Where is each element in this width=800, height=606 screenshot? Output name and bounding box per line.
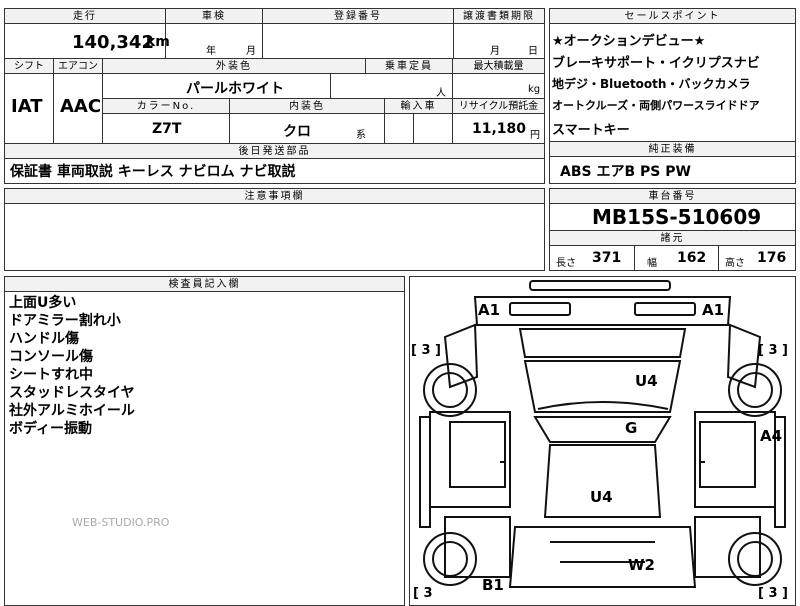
shift-value: IAT — [11, 96, 43, 117]
later-parts-value: 保証書 車両取説 キーレス ナビロム ナビ取説 — [10, 164, 296, 180]
equipment-value: ABS エアB PS PW — [560, 164, 691, 180]
import-header: 輸入車 — [385, 99, 452, 114]
sales-point-3: 地デジ・Bluetooth・バックカメラ — [552, 77, 751, 91]
sales-point-5: スマートキー — [552, 123, 630, 138]
aircon-value: AAC — [60, 96, 102, 117]
height-value: 176 — [757, 250, 787, 266]
dims-header: 諸元 — [550, 231, 795, 246]
exterior-header: 外装色 — [103, 59, 365, 74]
inspector-header: 検査員記入欄 — [5, 277, 404, 292]
mileage-unit: km — [146, 34, 170, 50]
inspection-header: 車検 — [166, 9, 262, 24]
inspection-year: 年 — [206, 46, 216, 57]
shift-header: シフト — [5, 59, 53, 74]
notes-header: 注意事項欄 — [5, 189, 544, 204]
car-diagram: A1 A1 U4 G A4 U4 W2 B1 [ 3 ] [ 3 ] [ 3 [… — [411, 280, 788, 600]
watermark: WEB-STUDIO.PRO — [72, 516, 170, 529]
exterior-color-value: パールホワイト — [186, 81, 284, 97]
capacity-header: 乗車定員 — [366, 59, 452, 74]
damage-code-g: G — [625, 419, 637, 437]
transfer-header: 譲渡書類期限 — [454, 9, 544, 24]
damage-code-tr: A1 — [702, 301, 724, 319]
damage-code-tl: A1 — [478, 301, 500, 319]
inspector-item: コンソール傷 — [9, 349, 93, 365]
aircon-header: エアコン — [54, 59, 102, 74]
length-label: 長さ — [556, 258, 576, 269]
damage-code-u4-top: U4 — [635, 372, 658, 390]
inspector-item: ボディー振動 — [9, 421, 93, 437]
inspector-item: 上面U多い — [9, 295, 77, 311]
tire-tr: [ 3 ] — [758, 343, 788, 358]
recycle-value: 11,180 — [472, 121, 527, 137]
interior-header: 内装色 — [230, 99, 384, 114]
damage-code-u4-mid: U4 — [590, 488, 613, 506]
transfer-month: 月 — [490, 46, 500, 57]
color-no-header: カラーNo. — [103, 99, 229, 114]
damage-code-w2: W2 — [628, 556, 655, 574]
length-value: 371 — [592, 250, 622, 266]
equipment-header: 純正装備 — [550, 142, 795, 157]
interior-value: クロ — [283, 124, 311, 140]
sales-point-1: ★オークションデビュー★ — [552, 34, 706, 49]
sales-point-2: ブレーキサポート・イクリプスナビ — [552, 56, 760, 71]
tire-br: [ 3 ] — [758, 586, 788, 600]
sales-point-4: オートクルーズ・両側パワースライドドア — [552, 99, 760, 112]
mileage-value: 140,342 — [72, 32, 154, 53]
load-unit: kg — [528, 84, 541, 95]
sales-points-header: セールスポイント — [550, 9, 795, 24]
tire-tl: [ 3 ] — [411, 343, 441, 358]
registration-header: 登録番号 — [263, 9, 453, 24]
height-label: 高さ — [725, 258, 745, 269]
main-spec-table — [4, 8, 545, 144]
damage-code-b1: B1 — [482, 576, 504, 594]
inspector-item: シートすれ中 — [9, 367, 93, 383]
mileage-header: 走行 — [5, 9, 165, 24]
damage-code-a4: A4 — [760, 427, 782, 445]
width-value: 162 — [677, 250, 707, 266]
transfer-day: 日 — [528, 46, 538, 57]
recycle-unit: 円 — [530, 130, 540, 141]
chassis-value: MB15S-510609 — [592, 205, 762, 229]
chassis-header: 車台番号 — [550, 189, 795, 204]
interior-suffix: 系 — [356, 130, 366, 141]
tire-bl: [ 3 — [413, 586, 433, 600]
maxload-header: 最大積載量 — [453, 59, 544, 74]
inspector-item: ハンドル傷 — [9, 331, 79, 347]
width-label: 幅 — [647, 258, 657, 269]
recycle-header: リサイクル預託金 — [453, 99, 544, 114]
inspector-item: 社外アルミホイール — [9, 403, 135, 419]
capacity-unit: 人 — [436, 88, 446, 99]
color-no-value: Z7T — [152, 121, 182, 137]
inspector-list: 上面U多い ドアミラー割れ小 ハンドル傷 コンソール傷 シートすれ中 スタッドレ… — [9, 294, 135, 438]
inspector-item: ドアミラー割れ小 — [9, 313, 121, 329]
later-parts-header: 後日発送部品 — [5, 144, 544, 159]
inspector-item: スタッドレスタイヤ — [9, 385, 135, 401]
inspection-month: 月 — [246, 46, 256, 57]
